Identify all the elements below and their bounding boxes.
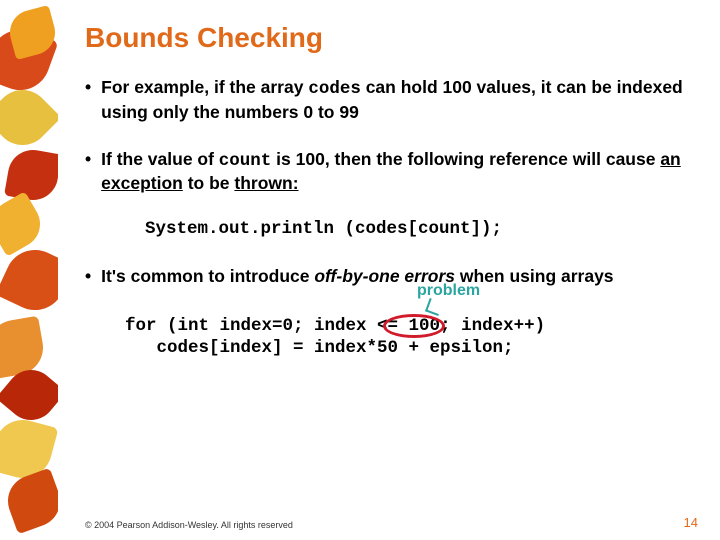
code-2-line-2: codes[index] = index*50 + epsilon; xyxy=(125,338,545,360)
slide-content: Bounds Checking • For example, if the ar… xyxy=(85,22,690,510)
bullet-3: • It's common to introduce off-by-one er… xyxy=(85,265,690,288)
problem-annotation: problem xyxy=(417,282,480,300)
code-block-2: problem for (int index=0; index <= 100; … xyxy=(125,304,545,360)
bullet-dot: • xyxy=(85,76,91,124)
bullet-dot: • xyxy=(85,265,91,288)
copyright-footer: © 2004 Pearson Addison-Wesley. All right… xyxy=(85,520,293,530)
decorative-leaf-strip xyxy=(0,0,58,540)
problem-circle-annotation xyxy=(383,314,445,338)
bullet-dot: • xyxy=(85,148,91,196)
bullet-2: • If the value of count is 100, then the… xyxy=(85,148,690,196)
slide-title: Bounds Checking xyxy=(85,22,690,54)
bullet-2-text: If the value of count is 100, then the f… xyxy=(101,148,690,196)
code-2-line-1: for (int index=0; index <= 100; index++) xyxy=(125,316,545,338)
code-block-1: System.out.println (codes[count]); xyxy=(145,219,690,241)
problem-connector xyxy=(425,298,443,316)
bullet-3-text: It's common to introduce off-by-one erro… xyxy=(101,265,613,288)
bullet-1-text: For example, if the array codes can hold… xyxy=(101,76,690,124)
bullet-1: • For example, if the array codes can ho… xyxy=(85,76,690,124)
page-number: 14 xyxy=(684,515,698,530)
